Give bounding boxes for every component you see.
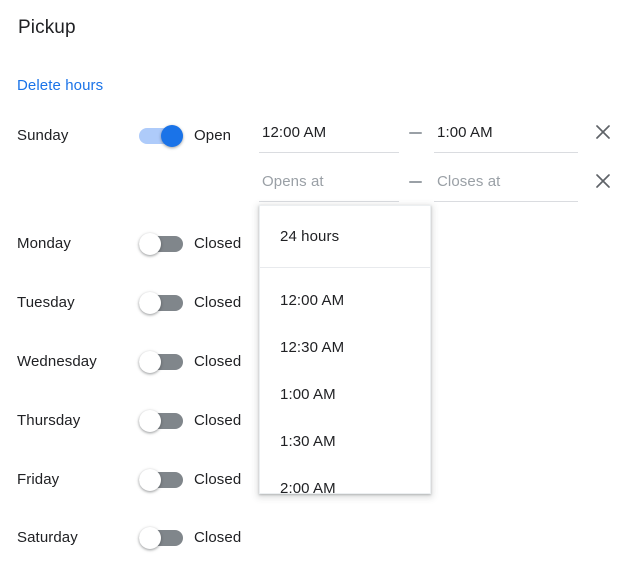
day-toggle-monday[interactable]	[139, 233, 187, 255]
dropdown-option[interactable]: 2:00 AM	[260, 465, 430, 494]
closes-at-input[interactable]	[434, 119, 578, 153]
dropdown-option[interactable]: 12:30 AM	[260, 324, 430, 371]
day-toggle-wednesday[interactable]	[139, 351, 187, 373]
day-toggle-saturday[interactable]	[139, 527, 187, 549]
day-label: Tuesday	[17, 293, 75, 313]
dropdown-special-group: 24 hours	[260, 206, 430, 268]
toggle-knob	[139, 233, 161, 255]
opens-at-input[interactable]	[259, 119, 399, 153]
toggle-knob	[139, 292, 161, 314]
day-label: Saturday	[17, 528, 78, 548]
day-row-saturday: Saturday Closed	[0, 518, 260, 558]
toggle-knob	[139, 410, 161, 432]
day-toggle-tuesday[interactable]	[139, 292, 187, 314]
remove-hours-button[interactable]	[592, 170, 614, 192]
day-label: Monday	[17, 234, 71, 254]
day-state-label: Closed	[194, 293, 241, 313]
day-row-monday: Monday Closed	[0, 224, 260, 264]
day-toggle-thursday[interactable]	[139, 410, 187, 432]
close-icon	[592, 121, 614, 143]
dropdown-option-list: 12:00 AM 12:30 AM 1:00 AM 1:30 AM 2:00 A…	[260, 268, 430, 494]
day-state-label: Closed	[194, 234, 241, 254]
day-label: Friday	[17, 470, 59, 490]
time-picker-dropdown[interactable]: 24 hours 12:00 AM 12:30 AM 1:00 AM 1:30 …	[259, 205, 431, 494]
dropdown-option[interactable]: 1:30 AM	[260, 418, 430, 465]
range-separator-dash	[409, 181, 422, 183]
day-row-friday: Friday Closed	[0, 460, 260, 500]
day-label: Thursday	[17, 411, 80, 431]
day-state-label: Closed	[194, 470, 241, 490]
dropdown-option-24-hours[interactable]: 24 hours	[260, 206, 430, 267]
day-label: Wednesday	[17, 352, 97, 372]
toggle-knob	[139, 527, 161, 549]
time-range-row-2	[0, 168, 640, 208]
day-state-label: Closed	[194, 528, 241, 548]
toggle-knob	[139, 469, 161, 491]
day-row-thursday: Thursday Closed	[0, 401, 260, 441]
range-separator-dash	[409, 132, 422, 134]
close-icon	[592, 170, 614, 192]
time-range-row-1	[0, 119, 640, 159]
remove-hours-button[interactable]	[592, 121, 614, 143]
toggle-knob	[139, 351, 161, 373]
opens-at-input[interactable]	[259, 168, 399, 202]
day-row-wednesday: Wednesday Closed	[0, 342, 260, 382]
delete-hours-link[interactable]: Delete hours	[17, 76, 103, 96]
day-state-label: Closed	[194, 352, 241, 372]
page-title: Pickup	[18, 16, 76, 40]
day-toggle-friday[interactable]	[139, 469, 187, 491]
closes-at-input[interactable]	[434, 168, 578, 202]
dropdown-option[interactable]: 12:00 AM	[260, 277, 430, 324]
day-row-tuesday: Tuesday Closed	[0, 283, 260, 323]
dropdown-option[interactable]: 1:00 AM	[260, 371, 430, 418]
day-state-label: Closed	[194, 411, 241, 431]
